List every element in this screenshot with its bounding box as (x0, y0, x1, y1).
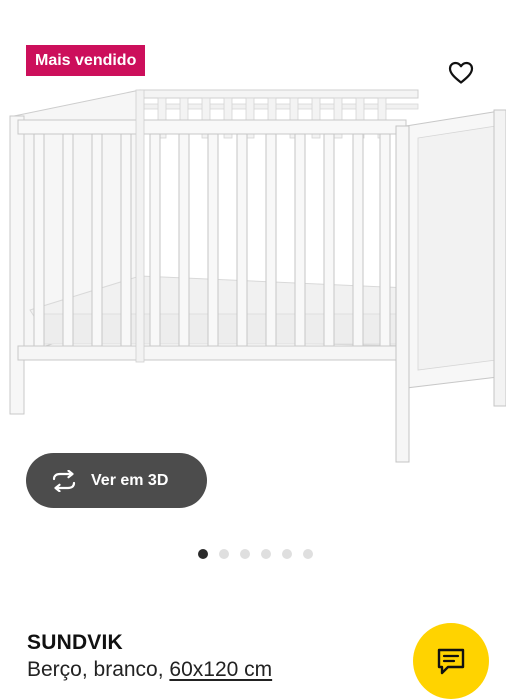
view-3d-button[interactable]: Ver em 3D (26, 453, 207, 508)
product-image (9, 89, 506, 463)
gallery-pagination (198, 549, 313, 559)
heart-outline-icon (448, 61, 474, 84)
product-size-link[interactable]: 60x120 cm (169, 658, 272, 681)
bestseller-badge: Mais vendido (26, 45, 146, 76)
gallery-dot-5[interactable] (282, 549, 292, 559)
gallery-dot-3[interactable] (240, 549, 250, 559)
gallery-dot-4[interactable] (261, 549, 271, 559)
favorite-button[interactable] (444, 56, 478, 90)
rotate-arrows-icon (50, 469, 78, 493)
chat-button[interactable] (413, 623, 489, 699)
product-image-area[interactable]: Mais vendido Ver em 3D (0, 0, 506, 530)
gallery-dot-2[interactable] (219, 549, 229, 559)
chat-bubble-icon (437, 648, 465, 675)
product-name: SUNDVIK (27, 631, 123, 654)
product-description: Berço, branco, 60x120 cm (27, 658, 272, 682)
gallery-dot-6[interactable] (303, 549, 313, 559)
view-3d-label: Ver em 3D (91, 471, 169, 489)
product-description-text: Berço, branco, (27, 658, 170, 681)
gallery-dot-1[interactable] (198, 549, 208, 559)
